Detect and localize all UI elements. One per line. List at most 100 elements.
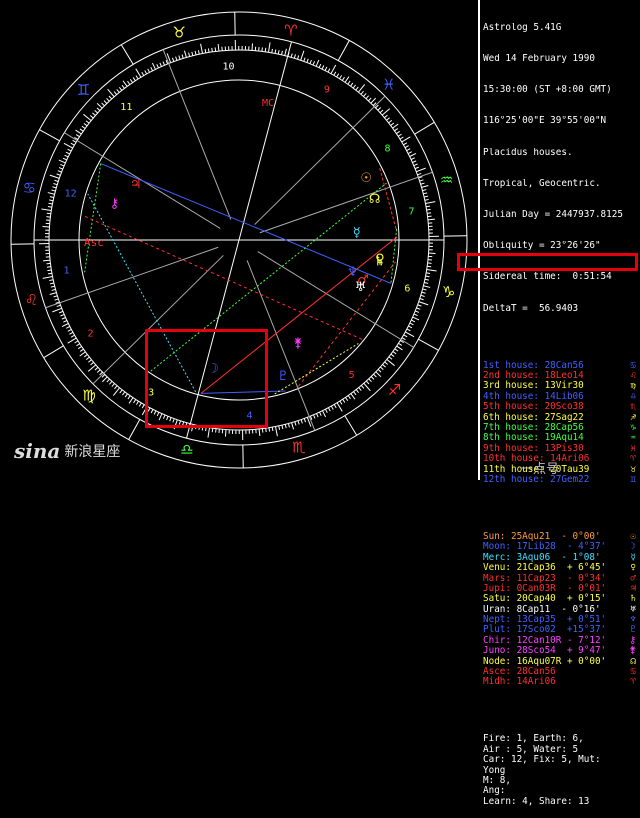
- planet-label: Juno: 28Sco54 + 9°47': [483, 646, 606, 656]
- planet-label: Asce: 28Can56: [483, 667, 556, 677]
- degree-tick: [428, 219, 435, 220]
- degree-tick: [51, 286, 55, 287]
- planet-glyph-icon: ♃: [130, 177, 142, 192]
- planet-glyph-icon: ♅: [355, 280, 367, 295]
- degree-tick: [192, 52, 193, 56]
- degree-tick: [50, 293, 57, 295]
- degree-tick: [160, 63, 162, 67]
- degree-tick: [389, 357, 392, 359]
- degree-tick: [405, 146, 408, 148]
- degree-tick: [61, 314, 65, 316]
- degree-tick: [285, 49, 287, 56]
- degree-tick: [320, 412, 322, 416]
- house-glyph-icon: ♈: [630, 454, 638, 464]
- planet-label: Node: 16Aqu07R + 0°00': [483, 657, 606, 667]
- degree-tick: [49, 280, 53, 281]
- panel-divider: [478, 0, 480, 480]
- degree-tick: [371, 377, 374, 380]
- degree-tick: [208, 428, 210, 438]
- house-cusp-line: [46, 247, 219, 307]
- degree-tick: [378, 369, 381, 372]
- degree-tick: [404, 335, 407, 337]
- sign-boundary: [129, 419, 140, 439]
- sidereal-time: Sidereal time: 0:51:54: [483, 272, 638, 282]
- degree-tick: [76, 130, 82, 134]
- degree-tick: [407, 149, 411, 151]
- degree-tick: [391, 354, 394, 356]
- degree-tick: [420, 298, 424, 299]
- house-number: 11: [120, 102, 132, 113]
- delta-t: DeltaT = 56.9403: [483, 304, 638, 314]
- degree-tick: [384, 115, 387, 118]
- degree-tick: [218, 44, 219, 51]
- degree-tick: [410, 153, 416, 156]
- degree-tick: [142, 405, 144, 408]
- degree-tick: [145, 70, 147, 73]
- aspect-line: [83, 215, 362, 339]
- planet-row: Jupi: 0Can03R - 0°01'♃: [483, 584, 638, 594]
- degree-tick: [407, 329, 411, 331]
- julian-day: Julian Day = 2447937.8125: [483, 210, 638, 220]
- degree-tick: [295, 422, 296, 426]
- degree-tick: [109, 381, 112, 384]
- degree-tick: [176, 57, 177, 61]
- house-number: 5: [349, 370, 355, 381]
- summary-line: Fire: 1, Earth: 6,: [483, 734, 638, 744]
- sign-boundary: [338, 40, 349, 60]
- degree-tick: [52, 187, 56, 188]
- ascendant-label: Asc: [84, 236, 104, 249]
- degree-tick: [50, 175, 59, 178]
- element-summary: Fire: 1, Earth: 6,Air : 5, Water: 5Car: …: [483, 734, 638, 807]
- house-glyph-icon: ♊: [630, 475, 638, 485]
- planet-row: Chir: 12Can10R - 7°12'⚷: [483, 636, 638, 646]
- degree-tick: [424, 283, 428, 284]
- info-panel: Astrolog 5.41G Wed 14 February 1990 15:3…: [483, 2, 638, 478]
- degree-tick: [60, 164, 64, 166]
- degree-tick: [50, 283, 54, 284]
- degree-tick: [422, 190, 426, 191]
- degree-tick: [316, 413, 318, 417]
- degree-tick: [59, 311, 63, 313]
- degree-tick: [294, 54, 295, 58]
- degree-tick: [139, 403, 141, 406]
- degree-tick: [97, 103, 102, 108]
- sina-watermark: sina 新浪星座: [14, 439, 120, 463]
- degree-tick: [387, 359, 395, 365]
- planet-glyph-icon: ♀: [630, 563, 638, 573]
- degree-tick: [282, 51, 283, 55]
- degree-tick: [313, 61, 315, 65]
- planet-row: Satu: 20Cap40 + 0°15'♄: [483, 594, 638, 604]
- degree-tick: [112, 384, 115, 387]
- degree-tick: [426, 206, 430, 207]
- sign-boundary: [345, 416, 357, 436]
- degree-tick: [125, 394, 127, 397]
- degree-tick: [383, 364, 386, 367]
- planet-glyph-icon: ⚵: [293, 336, 303, 351]
- house-row: 12th house: 27Gem22♊: [483, 475, 638, 485]
- degree-tick: [393, 351, 396, 353]
- degree-tick: [356, 87, 358, 90]
- planet-glyph-icon: ☊: [369, 192, 381, 207]
- degree-tick: [427, 209, 431, 210]
- degree-tick: [136, 401, 138, 404]
- summary-line: Car: 12, Fix: 5, Mut:: [483, 755, 638, 765]
- degree-tick: [415, 167, 419, 169]
- degree-tick: [387, 118, 390, 121]
- degree-tick: [66, 326, 70, 328]
- planet-glyph-icon: ♇: [630, 625, 638, 635]
- degree-tick: [364, 383, 371, 391]
- sign-glyph-icon: ♊: [77, 81, 90, 99]
- degree-tick: [420, 180, 424, 181]
- degree-tick: [80, 352, 86, 356]
- degree-tick: [403, 143, 406, 145]
- degree-tick: [382, 109, 390, 116]
- degree-tick: [353, 85, 355, 88]
- degree-tick: [427, 213, 431, 214]
- house-number: 10: [222, 61, 234, 72]
- obliquity: Obliquity = 23°26'26": [483, 241, 638, 251]
- degree-tick: [385, 362, 388, 365]
- degree-tick: [374, 374, 377, 377]
- degree-tick: [304, 58, 305, 62]
- planet-label: Uran: 8Cap11 - 0°16': [483, 605, 601, 615]
- sign-glyph-icon: ♒: [440, 171, 453, 189]
